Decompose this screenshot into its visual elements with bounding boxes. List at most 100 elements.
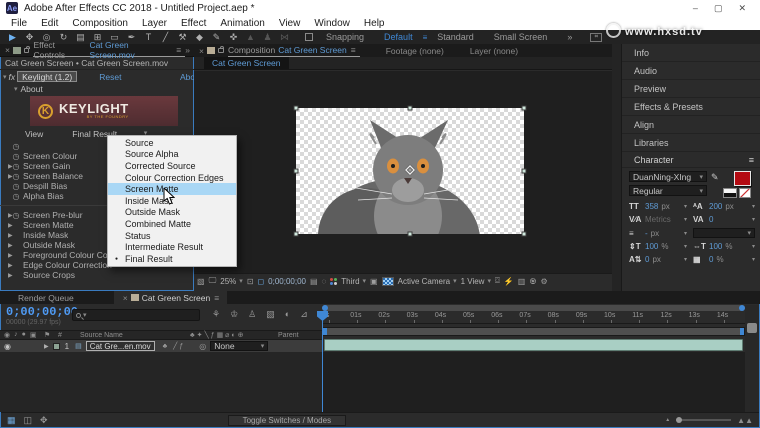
menu-item[interactable]: View [272, 18, 308, 29]
show-snapshot-icon[interactable]: ◌ [322, 277, 327, 286]
dropdown-option[interactable]: Colour Correction Edges [108, 172, 236, 184]
draft-3d-icon[interactable]: ♔ [230, 309, 238, 320]
panel-menu-icon[interactable]: ≡ [176, 45, 181, 55]
dropdown-option[interactable]: Status [108, 230, 236, 242]
chevron-down-icon[interactable]: ▾ [684, 256, 687, 263]
snapping-checkbox[interactable] [305, 33, 313, 41]
source-name-column-header[interactable]: Source Name [80, 332, 190, 339]
sidebar-panel-header[interactable]: Info [622, 44, 760, 62]
playhead-line[interactable] [322, 311, 323, 412]
kerning-value[interactable]: Metrics [645, 215, 671, 224]
zoom-out-icon[interactable]: ▲ [665, 417, 670, 423]
dropdown-option[interactable]: Outside Mask [108, 207, 236, 219]
composition-viewer[interactable] [194, 71, 612, 273]
selection-handle[interactable] [294, 232, 299, 237]
minimize-button[interactable]: – [693, 3, 698, 14]
close-icon[interactable]: × [5, 45, 10, 55]
expand-layer-switches-icon[interactable]: ▦ [7, 415, 16, 426]
menu-item[interactable]: Layer [135, 18, 174, 29]
param-expand-caret[interactable]: ▶ [0, 232, 10, 239]
always-preview-icon[interactable]: ▧ [197, 277, 205, 286]
layer-duration-bar[interactable] [324, 339, 743, 351]
tool-icon[interactable]: ✜ [225, 32, 242, 43]
close-icon[interactable]: × [199, 46, 204, 56]
preview-timecode[interactable]: 0;00;00;00 [268, 277, 306, 286]
selection-handle[interactable] [522, 232, 527, 237]
stopwatch-icon[interactable]: ◷ [10, 152, 22, 161]
kerning-control[interactable]: V∕A Metrics ▾ [629, 215, 687, 224]
selection-handle[interactable] [522, 106, 527, 111]
dropdown-option[interactable]: Corrected Source [108, 160, 236, 172]
workspace-search-icon[interactable]: ⌗ [590, 33, 602, 42]
chevron-down-icon[interactable]: ▾ [684, 243, 687, 250]
dropdown-option[interactable]: Combined Matte [108, 218, 236, 230]
panel-menu-icon[interactable]: ≡ [351, 45, 356, 55]
baseline-shift-control[interactable]: A⇅ 0 px ▾ [629, 255, 687, 264]
eyedropper-icon[interactable]: ✎ [711, 172, 719, 183]
chevron-down-icon[interactable]: ▾ [752, 256, 755, 263]
stopwatch-icon[interactable]: ◷ [10, 172, 22, 181]
layer-expand-caret[interactable]: ▶ [44, 343, 49, 350]
selection-handle[interactable] [294, 169, 299, 174]
stopwatch-icon[interactable]: ◷ [10, 182, 22, 191]
stopwatch-icon[interactable]: ◷ [10, 162, 22, 171]
expand-transfer-controls-icon[interactable]: ◫ [24, 415, 33, 426]
selection-handle[interactable] [294, 106, 299, 111]
tab-composition[interactable]: Composition Cat Green Screen ≡ [228, 44, 360, 57]
stroke-width-control[interactable]: ≡ - px ▾ [629, 228, 687, 238]
chevron-down-icon[interactable]: ▾ [684, 216, 687, 223]
toggle-switches-modes-button[interactable]: Toggle Switches / Modes [228, 415, 347, 426]
stroke-style-icon[interactable] [723, 188, 737, 198]
menu-item[interactable]: Effect [174, 18, 213, 29]
tracking-value[interactable]: 0 [709, 215, 713, 224]
font-size-value[interactable]: 358 [645, 202, 658, 211]
vertical-scale-control[interactable]: ⇕T 100 % ▾ [629, 242, 687, 251]
param-expand-caret[interactable]: ▶ [0, 222, 10, 229]
tsume-control[interactable]: ▦ 0 % ▾ [693, 255, 755, 264]
stopwatch-icon[interactable]: ◷ [10, 142, 22, 151]
pixel-aspect-icon[interactable]: ⌼ [495, 276, 500, 286]
effect-expand-caret[interactable]: ▾ [3, 73, 7, 81]
panel-menu-icon[interactable]: ≡ [749, 155, 754, 165]
show-channels-icon[interactable] [330, 278, 337, 285]
resolution-select[interactable]: Third ▾ [341, 277, 366, 286]
chevron-down-icon[interactable]: ▾ [752, 203, 755, 210]
magnification-select[interactable]: 25% ▾ [220, 277, 243, 286]
stroke-type-select[interactable]: ▾ [693, 228, 755, 238]
tool-icon[interactable]: ⚒ [174, 32, 191, 43]
about-expand-caret[interactable]: ▾ [14, 85, 18, 93]
baseline-shift-value[interactable]: 0 [645, 255, 649, 264]
menu-item[interactable]: Composition [65, 18, 135, 29]
menu-item[interactable]: Edit [34, 18, 65, 29]
param-expand-caret[interactable]: ▶ [0, 212, 10, 219]
scroll-handle[interactable] [747, 323, 757, 333]
workspace-small-screen[interactable]: Small Screen [494, 32, 548, 42]
current-timecode[interactable]: 0;00;00;00 [6, 305, 78, 319]
about-group-row[interactable]: ▾ About [0, 83, 194, 95]
param-expand-caret[interactable]: ▶ [0, 242, 10, 249]
motion-blur-icon[interactable]: ◐ [285, 309, 290, 320]
leading-value[interactable]: 200 [709, 202, 722, 211]
effect-name[interactable]: Keylight (1.2) [17, 71, 77, 82]
timeline-search-input[interactable]: ▾ [72, 309, 200, 321]
chevron-down-icon[interactable]: ▾ [752, 243, 755, 250]
lock-icon[interactable] [218, 48, 224, 53]
menu-item[interactable]: Window [307, 18, 357, 29]
tool-icon[interactable]: ▲ [242, 32, 259, 42]
grid-guides-icon[interactable]: ⊡ [247, 277, 254, 286]
font-style-select[interactable]: Regular ▾ [629, 185, 707, 196]
param-expand-caret[interactable]: ▶ [0, 163, 10, 170]
horizontal-scale-control[interactable]: ⇔T 100 % ▾ [693, 242, 755, 251]
composition-mini-flowchart-icon[interactable]: ⚘ [212, 309, 220, 320]
zoom-slider[interactable] [676, 419, 731, 421]
tab-layer[interactable]: Layer (none) [470, 46, 518, 56]
parent-column-header[interactable]: Parent [278, 332, 299, 339]
transparency-grid-icon[interactable] [382, 277, 394, 286]
tool-icon[interactable]: ⋈ [276, 32, 293, 43]
maximize-button[interactable]: ▢ [714, 3, 723, 14]
main-viewer-icon[interactable]: 🖵 [209, 276, 217, 286]
font-family-select[interactable]: DuanNing-XIng ▾ [629, 171, 707, 182]
tool-icon[interactable]: ♟ [259, 32, 276, 43]
snapshot-camera-icon[interactable]: ▤ [310, 277, 318, 286]
fill-color-swatch[interactable] [734, 171, 751, 186]
